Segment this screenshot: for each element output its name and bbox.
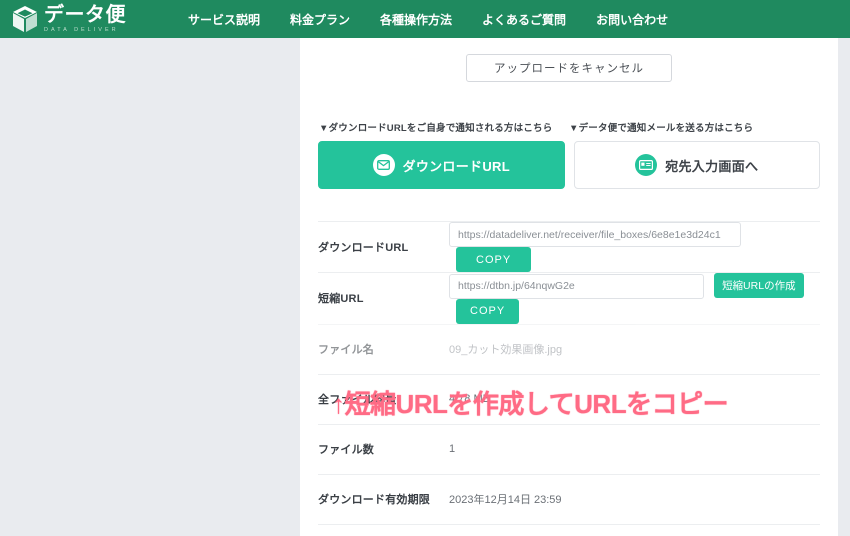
nav-item-faq[interactable]: よくあるご質問 xyxy=(482,11,566,28)
choice-note-left: ▼ダウンロードURLをご自身で通知される方はこちら xyxy=(319,123,553,134)
envelope-icon xyxy=(372,154,395,176)
logo-sub-text: DATA DELIVER xyxy=(44,26,119,33)
cube-icon xyxy=(12,5,38,33)
cancel-upload-button[interactable]: アップロードをキャンセル xyxy=(466,54,672,82)
main-content-panel: アップロードをキャンセル ▼ダウンロードURLをご自身で通知される方はこちら ▼… xyxy=(300,38,838,536)
right-gutter xyxy=(838,38,850,536)
short-url-label: 短縮URL xyxy=(318,293,364,306)
file-name-label: ファイル名 xyxy=(318,344,374,356)
table-row-short-url: 短縮URL 短縮URLの作成 COPY xyxy=(318,272,820,324)
main-navigation: サービス説明 料金プラン 各種操作方法 よくあるご質問 お問い合わせ xyxy=(188,11,668,28)
page-body: アップロードをキャンセル ▼ダウンロードURLをご自身で通知される方はこちら ▼… xyxy=(0,38,850,536)
table-row-download-url: ダウンロードURL COPY xyxy=(318,221,820,272)
cancel-upload-row: アップロードをキャンセル xyxy=(318,38,820,82)
table-row-file-count: ファイル数 1 xyxy=(318,423,820,474)
download-url-label: ダウンロードURL xyxy=(318,242,409,254)
table-row-total-size: 全ファイル容量 4.78 MB xyxy=(318,373,820,424)
download-url-button-label: ダウンロードURL xyxy=(402,158,510,174)
create-short-url-button[interactable]: 短縮URLの作成 xyxy=(714,273,804,298)
address-card-icon xyxy=(635,154,658,176)
download-url-input[interactable] xyxy=(449,222,741,247)
content-inner: アップロードをキャンセル ▼ダウンロードURLをご自身で通知される方はこちら ▼… xyxy=(300,38,838,525)
nav-item-contact[interactable]: お問い合わせ xyxy=(596,11,668,28)
download-url-button[interactable]: ダウンロードURL xyxy=(318,141,565,189)
download-url-value-cell: COPY xyxy=(449,222,820,272)
logo-main-text: データ便 xyxy=(44,3,126,26)
file-count-value: 1 xyxy=(449,443,456,455)
file-count-label: ファイル数 xyxy=(318,444,374,456)
short-url-copy-button[interactable]: COPY xyxy=(456,298,520,324)
download-url-copy-button[interactable]: COPY xyxy=(456,247,532,272)
nav-item-service[interactable]: サービス説明 xyxy=(188,11,260,28)
logo-text: データ便 DATA DELIVER xyxy=(44,5,126,34)
short-url-value-cell: 短縮URLの作成 COPY xyxy=(449,273,820,324)
address-input-button-label: 宛先入力画面へ xyxy=(665,158,759,174)
choice-buttons: ダウンロードURL 宛先入力画面へ xyxy=(318,141,820,189)
file-detail-table: ダウンロードURL COPY 短縮URL 短縮URLの作成 COPY フ xyxy=(318,221,820,525)
file-name-value: 09_カット効果画像.jpg xyxy=(449,344,563,356)
expiry-value: 2023年12月14日 23:59 xyxy=(449,494,562,506)
logo[interactable]: データ便 DATA DELIVER xyxy=(12,5,126,34)
address-input-button[interactable]: 宛先入力画面へ xyxy=(573,141,820,189)
expiry-label: ダウンロード有効期限 xyxy=(318,494,430,506)
nav-item-howto[interactable]: 各種操作方法 xyxy=(380,11,452,28)
left-gutter xyxy=(0,38,300,536)
table-row-file-name: ファイル名 09_カット効果画像.jpg xyxy=(318,323,820,374)
total-size-value: 4.78 MB xyxy=(449,393,490,405)
table-row-expiry: ダウンロード有効期限 2023年12月14日 23:59 xyxy=(318,473,820,525)
choice-notes: ▼ダウンロードURLをご自身で通知される方はこちら ▼データ便で通知メールを送る… xyxy=(318,120,820,134)
total-size-label: 全ファイル容量 xyxy=(318,394,397,406)
nav-item-pricing[interactable]: 料金プラン xyxy=(290,11,350,28)
short-url-input[interactable] xyxy=(449,273,704,299)
choice-note-right: ▼データ便で通知メールを送る方はこちら xyxy=(569,123,754,134)
site-header: データ便 DATA DELIVER サービス説明 料金プラン 各種操作方法 よく… xyxy=(0,0,850,38)
